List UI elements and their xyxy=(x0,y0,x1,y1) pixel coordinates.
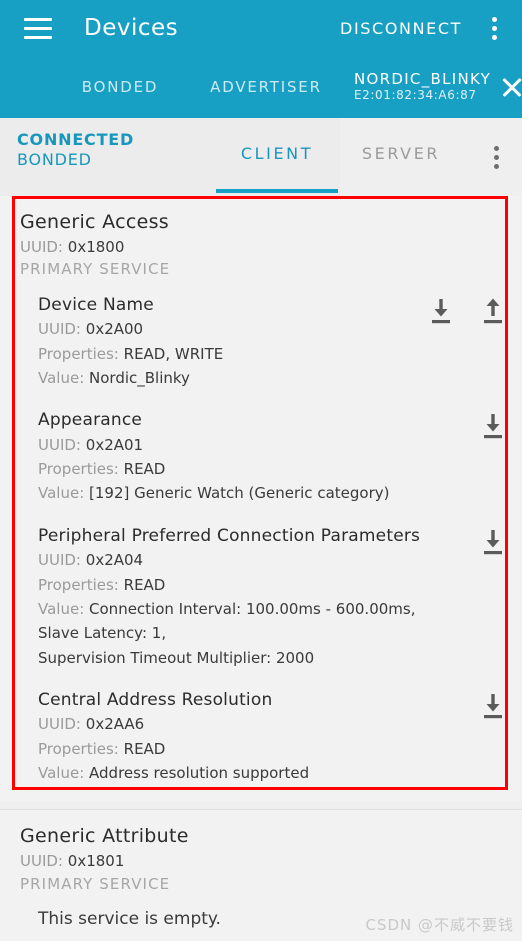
characteristic-uuid: UUID: 0x2AA6 xyxy=(38,712,432,736)
uuid-label: UUID: xyxy=(38,551,81,570)
properties-value: READ xyxy=(123,575,166,594)
tab-bonded[interactable]: BONDED xyxy=(60,78,180,96)
connection-sub-bar: CONNECTED BONDED CLIENT SERVER xyxy=(0,118,522,197)
value-value: Connection Interval: 100.00ms - 600.00ms… xyxy=(89,599,416,618)
tab-advertiser[interactable]: ADVERTISER xyxy=(196,78,336,96)
uuid-label: UUID: xyxy=(38,320,81,339)
value-label: Value: xyxy=(38,599,85,618)
service-name: Generic Attribute xyxy=(20,825,189,848)
properties-label: Properties: xyxy=(38,460,119,479)
uuid-label: UUID: xyxy=(38,715,81,734)
characteristic-value: Value: Connection Interval: 100.00ms - 6… xyxy=(38,597,432,621)
characteristic-row[interactable]: Central Address Resolution UUID: 0x2AA6 … xyxy=(0,676,522,792)
characteristic-value-line-2: Slave Latency: 1, xyxy=(38,624,167,643)
characteristic-properties: Properties: READ xyxy=(38,737,432,761)
characteristic-value: Value: Address resolution supported xyxy=(38,761,432,785)
service-type: PRIMARY SERVICE xyxy=(20,260,171,279)
page-title: Devices xyxy=(84,15,179,41)
more-vert-icon[interactable] xyxy=(474,4,514,52)
read-icon[interactable] xyxy=(478,690,508,724)
characteristic-properties: Properties: READ, WRITE xyxy=(38,342,432,366)
hamburger-menu-icon[interactable] xyxy=(14,4,62,52)
value-value: Nordic_Blinky xyxy=(89,368,190,387)
device-tab-strip: R BONDED ADVERTISER NORDIC_BLINKY E2:01:… xyxy=(0,56,522,118)
more-vert-icon-subbar[interactable] xyxy=(476,133,516,181)
service-type: PRIMARY SERVICE xyxy=(20,874,171,893)
characteristic-name: Peripheral Preferred Connection Paramete… xyxy=(38,525,421,546)
status-connected: CONNECTED xyxy=(17,130,135,149)
characteristic-actions xyxy=(426,295,508,329)
characteristic-name: Device Name xyxy=(38,294,154,315)
read-icon[interactable] xyxy=(478,410,508,444)
service-uuid-label: UUID: xyxy=(20,852,63,870)
status-bonded: BONDED xyxy=(17,150,92,169)
uuid-value: 0x2A01 xyxy=(85,435,144,454)
characteristic-value: Value: Nordic_Blinky xyxy=(38,366,432,390)
uuid-label: UUID: xyxy=(38,435,81,454)
uuid-value: 0x2A04 xyxy=(85,551,144,570)
value-label: Value: xyxy=(38,484,85,503)
tab-scanner[interactable]: R xyxy=(0,78,22,96)
service-uuid: UUID: 0x1800 xyxy=(0,236,522,259)
value-value: Address resolution supported xyxy=(89,764,310,783)
watermark: CSDN @不威不要钱 xyxy=(365,916,514,934)
service-card[interactable]: Generic Access UUID: 0x1800 PRIMARY SERV… xyxy=(0,196,522,802)
properties-value: READ xyxy=(123,460,166,479)
characteristic-properties: Properties: READ xyxy=(38,573,432,597)
device-name-label: NORDIC_BLINKY xyxy=(354,69,492,88)
service-uuid-value: 0x1800 xyxy=(67,237,125,256)
tab-server[interactable]: SERVER xyxy=(346,144,456,163)
device-tab-labels: NORDIC_BLINKY E2:01:82:34:A6:87 xyxy=(354,69,492,103)
service-uuid: UUID: 0x1801 xyxy=(0,850,522,873)
characteristic-actions xyxy=(478,410,508,444)
uuid-value: 0x2A00 xyxy=(85,320,144,339)
device-mac-label: E2:01:82:34:A6:87 xyxy=(354,88,477,103)
characteristic-row[interactable]: Device Name UUID: 0x2A00 Properties: REA… xyxy=(0,281,522,397)
service-list[interactable]: Generic Access UUID: 0x1800 PRIMARY SERV… xyxy=(0,196,522,941)
service-name: Generic Access xyxy=(20,211,169,233)
close-icon[interactable] xyxy=(499,74,522,100)
characteristic-name: Appearance xyxy=(38,410,143,431)
disconnect-button[interactable]: DISCONNECT xyxy=(340,19,462,38)
characteristic-uuid: UUID: 0x2A04 xyxy=(38,548,432,572)
characteristic-name: Central Address Resolution xyxy=(38,689,273,710)
service-uuid-label: UUID: xyxy=(20,237,63,256)
properties-label: Properties: xyxy=(38,344,119,363)
value-label: Value: xyxy=(38,764,85,783)
properties-value: READ, WRITE xyxy=(123,344,224,363)
tab-client[interactable]: CLIENT xyxy=(216,144,338,163)
write-icon[interactable] xyxy=(478,295,508,329)
characteristic-properties: Properties: READ xyxy=(38,457,432,481)
properties-value: READ xyxy=(123,739,166,758)
tab-device-nordic-blinky[interactable]: NORDIC_BLINKY E2:01:82:34:A6:87 xyxy=(340,56,522,118)
characteristic-value: Value: [192] Generic Watch (Generic cate… xyxy=(38,481,432,505)
characteristic-actions xyxy=(478,526,508,560)
properties-label: Properties: xyxy=(38,739,119,758)
active-tab-indicator xyxy=(216,189,338,193)
characteristic-row[interactable]: Appearance UUID: 0x2A01 Properties: READ… xyxy=(0,396,522,512)
value-value: [192] Generic Watch (Generic category) xyxy=(89,484,390,503)
characteristic-actions xyxy=(478,690,508,724)
characteristic-uuid: UUID: 0x2A01 xyxy=(38,433,432,457)
characteristic-value-line-3: Supervision Timeout Multiplier: 2000 xyxy=(38,648,315,667)
service-uuid-value: 0x1801 xyxy=(67,852,125,870)
connection-status: CONNECTED BONDED xyxy=(17,130,134,170)
read-icon[interactable] xyxy=(426,295,456,329)
characteristic-row[interactable]: Peripheral Preferred Connection Paramete… xyxy=(0,512,522,676)
app-root: Devices DISCONNECT R BONDED ADVERTISER N… xyxy=(0,0,522,941)
properties-label: Properties: xyxy=(38,575,119,594)
characteristic-uuid: UUID: 0x2A00 xyxy=(38,317,432,341)
app-bar: Devices DISCONNECT xyxy=(0,0,522,56)
read-icon[interactable] xyxy=(478,526,508,560)
value-label: Value: xyxy=(38,368,85,387)
uuid-value: 0x2AA6 xyxy=(85,715,145,734)
